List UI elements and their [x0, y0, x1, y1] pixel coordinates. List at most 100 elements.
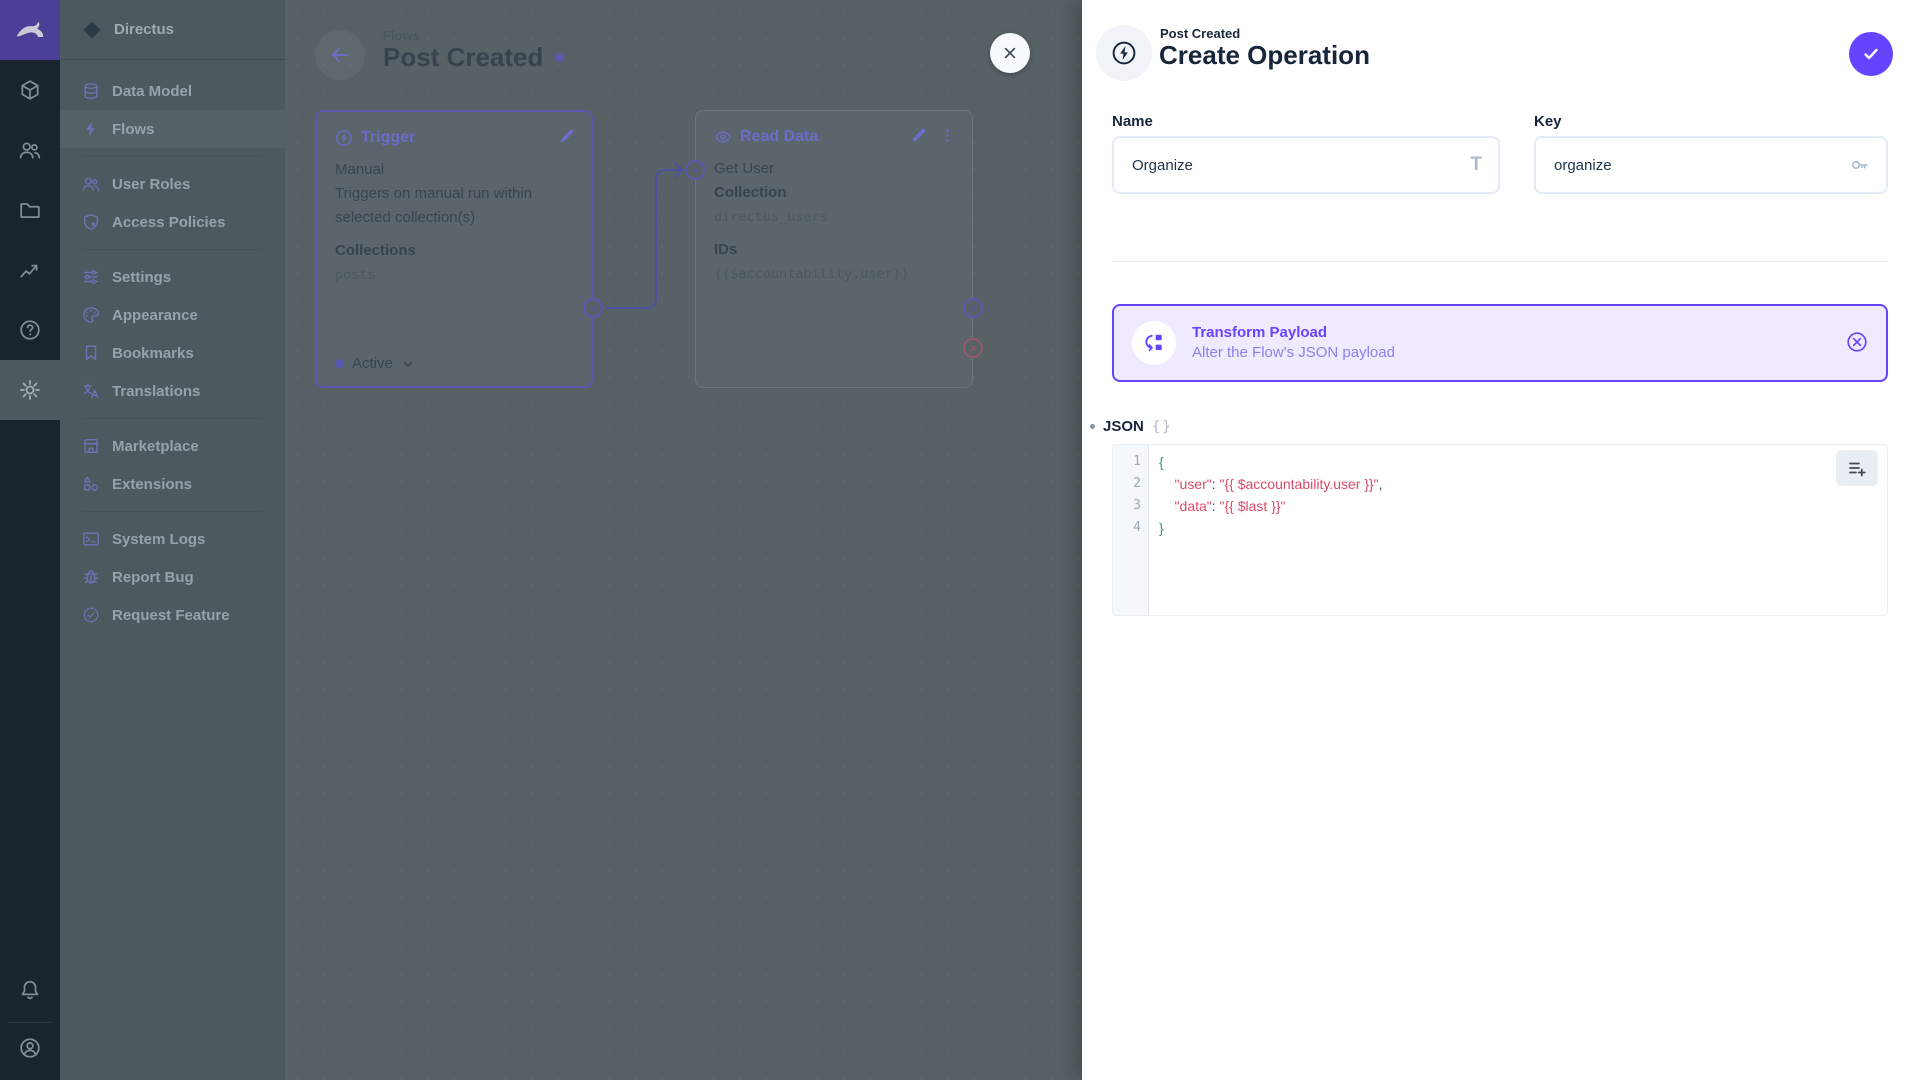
trigger-panel[interactable]: Trigger Manual Triggers on manual run wi…: [315, 110, 593, 388]
name-field[interactable]: T: [1112, 136, 1500, 194]
help-icon: [19, 319, 41, 341]
sidebar-item-appearance[interactable]: Appearance: [60, 296, 285, 334]
edited-dot: [1090, 424, 1095, 429]
trigger-description: Triggers on manual run within selected c…: [335, 185, 533, 226]
notifications-button[interactable]: [0, 960, 60, 1020]
sidebar-item-bookmarks[interactable]: Bookmarks: [60, 334, 285, 372]
category-icon: [82, 475, 100, 493]
sidebar-item-access-policies[interactable]: Access Policies: [60, 203, 285, 241]
sidebar-item-report-bug[interactable]: Report Bug: [60, 558, 285, 596]
verified-icon: [82, 606, 100, 624]
operation-menu-button[interactable]: [937, 125, 958, 149]
add-template-value-button[interactable]: [1836, 450, 1878, 486]
operation-resolve-node[interactable]: [963, 298, 983, 318]
json-field-label-row: JSON {}: [1090, 418, 1173, 435]
sidebar-item-system-logs[interactable]: System Logs: [60, 520, 285, 558]
project-diamond-icon: [82, 20, 102, 40]
code-braces-icon: {}: [1151, 418, 1173, 435]
check-icon: [588, 303, 599, 314]
circle-dot-icon: [690, 165, 701, 176]
save-button[interactable]: [1849, 32, 1893, 76]
chart-icon: [19, 259, 41, 281]
banner-title: Transform Payload: [1192, 324, 1328, 341]
title-format-icon: T: [1470, 154, 1482, 175]
back-button[interactable]: [315, 30, 365, 80]
sidebar-item-extensions[interactable]: Extensions: [60, 465, 285, 503]
page-title: Post Created: [383, 42, 565, 73]
trigger-resolve-node[interactable]: [583, 298, 603, 318]
operation-title: Read Data: [740, 128, 819, 145]
status-dot: [335, 359, 344, 368]
sidebar-item-flows[interactable]: Flows: [60, 110, 285, 148]
users-icon: [19, 139, 41, 161]
name-input[interactable]: [1130, 155, 1461, 175]
code-line: "user": "{{ $accountability.user }}",: [1159, 476, 1383, 492]
name-label: Name: [1112, 113, 1153, 130]
module-files[interactable]: [0, 180, 60, 240]
create-operation-drawer: Post Created Create Operation Name T Key…: [1082, 0, 1920, 1080]
project-switcher[interactable]: Directus: [60, 0, 285, 60]
close-icon: [1002, 45, 1018, 61]
ids-label: IDs: [714, 241, 738, 258]
sidebar-item-user-roles[interactable]: User Roles: [60, 165, 285, 203]
flow-status-toggle[interactable]: Active: [335, 355, 415, 372]
transform-payload-option[interactable]: Transform Payload Alter the Flow's JSON …: [1112, 304, 1888, 382]
module-user-directory[interactable]: [0, 120, 60, 180]
bolt-circle-icon: [335, 129, 353, 147]
module-content[interactable]: [0, 60, 60, 120]
list-plus-icon: [1847, 458, 1867, 478]
code-area[interactable]: { "user": "{{ $accountability.user }}", …: [1149, 445, 1887, 615]
sidebar-item-data-model[interactable]: Data Model: [60, 72, 285, 110]
dots-vertical-icon: [939, 127, 956, 144]
chevron-down-icon: [401, 357, 415, 371]
drawer-subtitle: Post Created: [1160, 26, 1241, 41]
edit-trigger-button[interactable]: [556, 126, 577, 150]
sidebar-item-translations[interactable]: Translations: [60, 372, 285, 410]
operation-panel-read-data[interactable]: Read Data Get User Collection directus_u…: [695, 110, 973, 388]
pencil-icon: [558, 128, 575, 145]
module-bar: [0, 0, 60, 1080]
module-settings[interactable]: [0, 360, 60, 420]
tune-icon: [82, 268, 100, 286]
pencil-icon: [910, 127, 927, 144]
user-menu-button[interactable]: [0, 1018, 60, 1078]
sidebar-item-marketplace[interactable]: Marketplace: [60, 427, 285, 465]
bookmark-icon: [82, 344, 100, 362]
gear-icon: [19, 379, 41, 401]
bell-icon: [19, 979, 41, 1001]
nav-divider: [82, 156, 263, 157]
transform-payload-icon: [1132, 321, 1176, 365]
breadcrumb[interactable]: Flows: [383, 28, 420, 43]
directus-logo[interactable]: [0, 0, 60, 60]
drawer-title: Create Operation: [1159, 40, 1370, 70]
project-name: Directus: [114, 21, 175, 38]
edit-operation-button[interactable]: [908, 125, 929, 149]
x-icon: [968, 343, 979, 354]
close-drawer-button[interactable]: [990, 33, 1030, 73]
collection-label: Collection: [714, 184, 787, 201]
nav-divider: [82, 511, 263, 512]
json-label: JSON: [1103, 418, 1144, 435]
operation-input-node[interactable]: [685, 160, 705, 180]
nav-divider: [82, 249, 263, 250]
deselect-operation-button[interactable]: [1846, 331, 1868, 356]
key-field[interactable]: [1534, 136, 1888, 194]
trigger-collections-value: posts: [335, 267, 376, 283]
terminal-icon: [82, 530, 100, 548]
module-docs[interactable]: [0, 300, 60, 360]
sidebar-item-request-feature[interactable]: Request Feature: [60, 596, 285, 634]
sidebar-item-settings[interactable]: Settings: [60, 258, 285, 296]
database-icon: [82, 82, 100, 100]
shield-icon: [82, 213, 100, 231]
operation-reject-node[interactable]: [963, 338, 983, 358]
drawer-divider: [1112, 261, 1888, 262]
bolt-icon: [82, 120, 100, 138]
code-line: "data": "{{ $last }}": [1159, 498, 1286, 514]
drawer-header-icon-button[interactable]: [1096, 25, 1152, 81]
json-code-editor[interactable]: 1234 { "user": "{{ $accountability.user …: [1112, 444, 1888, 616]
check-icon: [968, 303, 979, 314]
users-icon: [82, 175, 100, 193]
trigger-title: Trigger: [361, 129, 416, 146]
module-insights[interactable]: [0, 240, 60, 300]
key-input[interactable]: [1552, 155, 1840, 175]
